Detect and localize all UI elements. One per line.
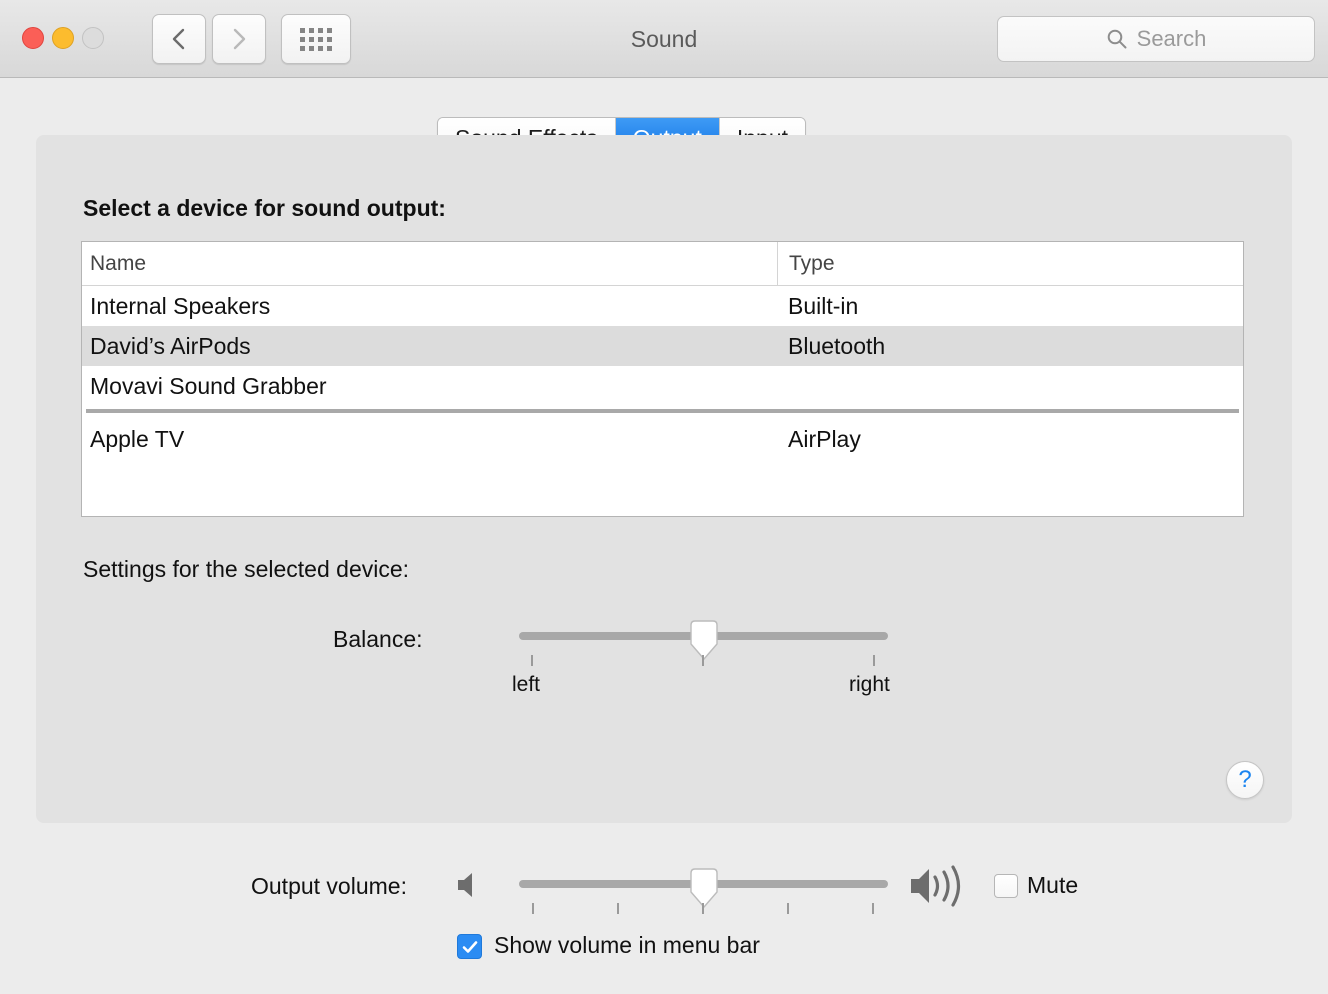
mute-label[interactable]: Mute bbox=[1027, 872, 1078, 899]
volume-tick-1 bbox=[532, 903, 534, 914]
panel-heading: Select a device for sound output: bbox=[83, 195, 446, 221]
table-row[interactable]: David’s AirPods Bluetooth bbox=[82, 326, 1243, 366]
slider-thumb-shape bbox=[690, 868, 718, 908]
show-volume-checkbox[interactable] bbox=[457, 934, 482, 959]
balance-label: Balance: bbox=[333, 626, 423, 652]
output-device-table[interactable]: Name Type Internal Speakers Built-in Dav… bbox=[81, 241, 1244, 517]
table-group-separator bbox=[86, 409, 1239, 413]
volume-tick-3 bbox=[702, 903, 704, 914]
volume-tick-2 bbox=[617, 903, 619, 914]
balance-tick-right bbox=[873, 655, 875, 666]
device-type: Bluetooth bbox=[788, 332, 886, 359]
balance-tick-left bbox=[531, 655, 533, 666]
show-volume-label[interactable]: Show volume in menu bar bbox=[494, 932, 760, 959]
column-header-type[interactable]: Type bbox=[777, 242, 1243, 285]
slider-thumb-shape bbox=[690, 620, 718, 660]
device-name: David’s AirPods bbox=[90, 332, 251, 359]
table-row[interactable]: Internal Speakers Built-in bbox=[82, 286, 1243, 326]
output-volume-slider-thumb[interactable] bbox=[687, 868, 721, 908]
speaker-mute-icon bbox=[458, 873, 472, 897]
settings-section-label: Settings for the selected device: bbox=[83, 556, 410, 582]
device-name: Internal Speakers bbox=[90, 292, 271, 319]
help-button[interactable]: ? bbox=[1226, 761, 1264, 799]
speaker-loud-icon bbox=[911, 865, 961, 907]
column-header-name[interactable]: Name bbox=[82, 242, 777, 285]
volume-tick-5 bbox=[872, 903, 874, 914]
search-icon bbox=[1107, 29, 1127, 49]
device-type bbox=[777, 366, 1243, 406]
balance-tick-center bbox=[702, 655, 704, 666]
balance-right-label: right bbox=[849, 673, 890, 696]
table-header-row: Name Type bbox=[82, 242, 1243, 286]
device-name: Apple TV bbox=[90, 425, 185, 452]
balance-slider-thumb[interactable] bbox=[687, 620, 721, 660]
search-placeholder: Search bbox=[1136, 26, 1207, 51]
search-field[interactable]: Search bbox=[997, 16, 1315, 62]
device-type: AirPlay bbox=[788, 425, 861, 452]
volume-tick-4 bbox=[787, 903, 789, 914]
checkmark-icon bbox=[462, 940, 477, 953]
device-type: Built-in bbox=[788, 292, 859, 319]
mute-checkbox[interactable] bbox=[994, 874, 1018, 898]
output-volume-label: Output volume: bbox=[251, 873, 407, 899]
table-row[interactable]: Movavi Sound Grabber bbox=[82, 366, 1243, 406]
window-titlebar: Sound Search bbox=[0, 0, 1328, 78]
table-row[interactable]: Apple TV AirPlay bbox=[82, 419, 1243, 459]
device-name: Movavi Sound Grabber bbox=[90, 372, 327, 399]
balance-left-label: left bbox=[512, 673, 541, 696]
